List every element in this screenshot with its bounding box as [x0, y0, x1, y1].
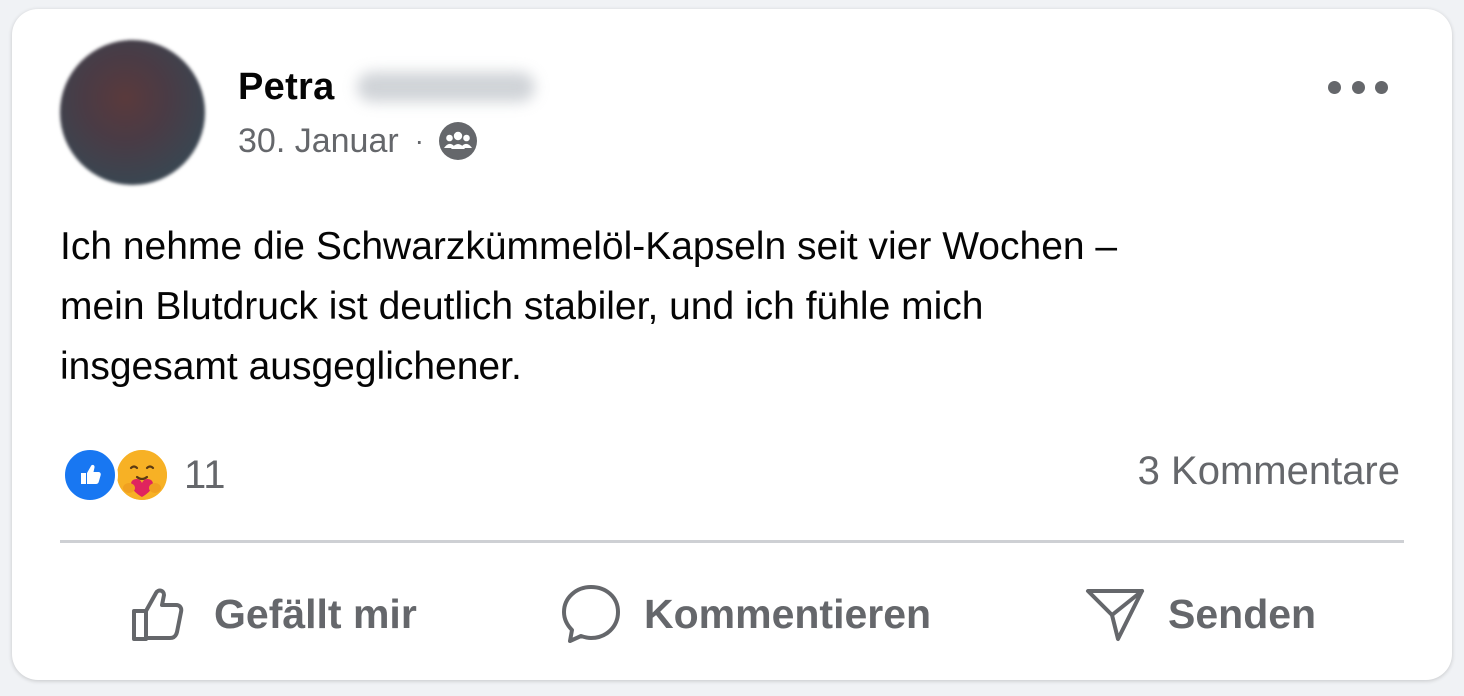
- post-date[interactable]: 30. Januar: [238, 122, 399, 161]
- post-meta: 30. Januar ·: [238, 119, 478, 163]
- like-reaction-icon: [62, 447, 118, 503]
- more-options-button[interactable]: [1328, 69, 1388, 105]
- author-surname-redacted: [356, 72, 535, 102]
- thumbs-up-icon: [132, 588, 184, 641]
- comment-button-label: Kommentieren: [644, 590, 932, 637]
- author-name[interactable]: Petra: [238, 66, 335, 109]
- more-horizontal-icon: [1328, 80, 1341, 94]
- group-icon[interactable]: [438, 121, 478, 161]
- comment-icon: [562, 585, 620, 643]
- author-name-row: Petra: [238, 63, 535, 111]
- meta-separator: ·: [414, 125, 424, 156]
- author-avatar[interactable]: [60, 40, 205, 185]
- post-text: Ich nehme die Schwarzkümmelöl-Kapseln se…: [60, 225, 1118, 388]
- comment-button[interactable]: Kommentieren: [560, 569, 931, 659]
- send-icon: [1086, 589, 1144, 641]
- send-button[interactable]: Senden: [1084, 569, 1316, 659]
- more-horizontal-icon: [1375, 80, 1388, 94]
- comments-count-link[interactable]: 3 Kommentare: [1138, 449, 1400, 494]
- like-button[interactable]: Gefällt mir: [130, 569, 417, 659]
- reaction-count: 11: [184, 452, 226, 497]
- post-card: Petra 30. Januar · Ich nehme die Schwarz…: [12, 9, 1452, 680]
- divider: [60, 540, 1404, 543]
- post-actions: Gefällt mir Kommentieren Senden: [12, 569, 1452, 659]
- send-button-label: Senden: [1168, 590, 1317, 637]
- reactions-summary[interactable]: 11: [62, 445, 226, 505]
- care-reaction-icon: [114, 447, 170, 503]
- like-button-label: Gefällt mir: [214, 590, 417, 637]
- more-horizontal-icon: [1351, 80, 1365, 94]
